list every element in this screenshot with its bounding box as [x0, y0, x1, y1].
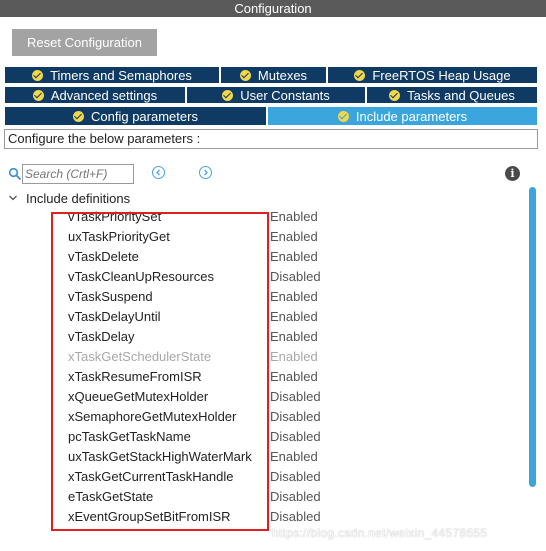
- parameter-value[interactable]: Enabled: [270, 327, 318, 347]
- parameter-value[interactable]: Enabled: [270, 307, 318, 327]
- parameter-name: eTaskGetState: [68, 489, 154, 504]
- tab-advanced-settings[interactable]: Advanced settings: [4, 86, 186, 104]
- check-circle-icon: [32, 89, 44, 101]
- window-title: Configuration: [0, 0, 546, 17]
- parameter-name: vTaskSuspend: [68, 289, 153, 304]
- tab-user-constants[interactable]: User Constants: [186, 86, 366, 104]
- parameter-name: vTaskCleanUpResources: [68, 269, 214, 284]
- parameter-list: vTaskPrioritySet Enabled uxTaskPriorityGet…: [0, 208, 525, 530]
- tab-timers-semaphores[interactable]: Timers and Semaphores: [4, 66, 220, 84]
- parameter-value[interactable]: Disabled: [270, 387, 321, 407]
- parameter-value[interactable]: Enabled: [270, 227, 318, 247]
- parameter-row[interactable]: xSemaphoreGetMutexHolder Disabled: [0, 407, 525, 427]
- check-circle-icon: [389, 89, 401, 101]
- arrow-left-icon[interactable]: [152, 166, 165, 179]
- parameter-name: vTaskPrioritySet: [68, 209, 162, 224]
- parameter-name: xEventGroupSetBitFromISR: [68, 509, 231, 524]
- parameter-row[interactable]: vTaskCleanUpResources Disabled: [0, 267, 525, 287]
- parameter-value[interactable]: Enabled: [270, 287, 318, 307]
- reset-configuration-button[interactable]: Reset Configuration: [12, 29, 157, 56]
- parameter-row[interactable]: vTaskPrioritySet Enabled: [0, 208, 525, 227]
- parameter-row[interactable]: vTaskDelete Enabled: [0, 247, 525, 267]
- parameter-value[interactable]: Disabled: [270, 427, 321, 447]
- parameters-hint: Configure the below parameters :: [4, 129, 538, 149]
- parameter-row[interactable]: vTaskDelayUntil Enabled: [0, 307, 525, 327]
- parameter-row[interactable]: vTaskSuspend Enabled: [0, 287, 525, 307]
- parameter-name: uxTaskPriorityGet: [68, 229, 170, 244]
- info-icon[interactable]: i: [505, 166, 520, 181]
- parameter-row[interactable]: xTaskGetSchedulerState Enabled: [0, 347, 525, 367]
- parameter-row[interactable]: pcTaskGetTaskName Disabled: [0, 427, 525, 447]
- parameter-row[interactable]: xEventGroupSetBitFromISR Disabled: [0, 507, 525, 527]
- tab-label: Include parameters: [355, 108, 468, 124]
- chevron-down-icon: [9, 195, 17, 201]
- include-definitions-header[interactable]: Include definitions: [8, 190, 130, 206]
- tab-include-parameters[interactable]: Include parameters: [267, 106, 538, 126]
- arrow-right-icon[interactable]: [199, 166, 212, 179]
- parameter-value[interactable]: Enabled: [270, 347, 318, 367]
- parameter-name: xTaskGetCurrentTaskHandle: [68, 469, 234, 484]
- parameter-row[interactable]: uxTaskPriorityGet Enabled: [0, 227, 525, 247]
- parameter-value[interactable]: Disabled: [270, 487, 321, 507]
- parameter-value[interactable]: Disabled: [270, 267, 321, 287]
- tab-mutexes[interactable]: Mutexes: [220, 66, 327, 84]
- parameter-row[interactable]: eTaskGetState Disabled: [0, 487, 525, 507]
- parameter-row[interactable]: xTaskGetCurrentTaskHandle Disabled: [0, 467, 525, 487]
- tab-config-parameters[interactable]: Config parameters: [4, 106, 267, 126]
- vertical-scrollbar[interactable]: [529, 187, 536, 487]
- tab-label: Config parameters: [91, 108, 198, 124]
- parameter-name: vTaskDelayUntil: [68, 309, 161, 324]
- parameter-name: xSemaphoreGetMutexHolder: [68, 409, 237, 424]
- parameter-value[interactable]: Disabled: [270, 507, 321, 527]
- tab-label: Mutexes: [257, 67, 308, 83]
- parameter-row[interactable]: vTaskDelay Enabled: [0, 327, 525, 347]
- parameter-value[interactable]: Enabled: [270, 247, 318, 267]
- parameter-name: vTaskDelay: [68, 329, 135, 344]
- tab-label: FreeRTOS Heap Usage: [372, 67, 511, 83]
- tab-label: Advanced settings: [50, 87, 158, 103]
- parameter-row[interactable]: uxTaskGetStackHighWaterMark Enabled: [0, 447, 525, 467]
- tab-tasks-queues[interactable]: Tasks and Queues: [366, 86, 538, 104]
- parameter-value[interactable]: Enabled: [270, 447, 318, 467]
- check-circle-icon: [337, 110, 349, 122]
- parameter-row[interactable]: xTaskResumeFromISR Enabled: [0, 367, 525, 387]
- parameter-name: xQueueGetMutexHolder: [68, 389, 209, 404]
- tab-label: Tasks and Queues: [407, 87, 515, 103]
- check-circle-icon: [239, 69, 251, 81]
- parameter-name: xTaskGetSchedulerState: [68, 349, 212, 364]
- parameter-row[interactable]: xQueueGetMutexHolder Disabled: [0, 387, 525, 407]
- check-circle-icon: [222, 89, 234, 101]
- tab-label: Timers and Semaphores: [50, 67, 192, 83]
- parameter-name: vTaskDelete: [68, 249, 139, 264]
- search-input[interactable]: [22, 164, 134, 184]
- parameter-value[interactable]: Disabled: [270, 407, 321, 427]
- check-circle-icon: [32, 69, 44, 81]
- check-circle-icon: [73, 110, 85, 122]
- check-circle-icon: [354, 69, 366, 81]
- parameter-name: uxTaskGetStackHighWaterMark: [68, 449, 252, 464]
- section-title: Include definitions: [26, 190, 131, 206]
- parameter-value[interactable]: Enabled: [270, 208, 318, 227]
- tab-heap-usage[interactable]: FreeRTOS Heap Usage: [327, 66, 538, 84]
- watermark: https://blog.csdn.net/weixin_44578655: [272, 526, 488, 540]
- parameter-name: pcTaskGetTaskName: [68, 429, 191, 444]
- parameter-name: xTaskResumeFromISR: [68, 369, 202, 384]
- search-icon: [8, 167, 22, 181]
- parameter-value[interactable]: Enabled: [270, 367, 318, 387]
- parameter-value[interactable]: Disabled: [270, 467, 321, 487]
- tab-label: User Constants: [240, 87, 330, 103]
